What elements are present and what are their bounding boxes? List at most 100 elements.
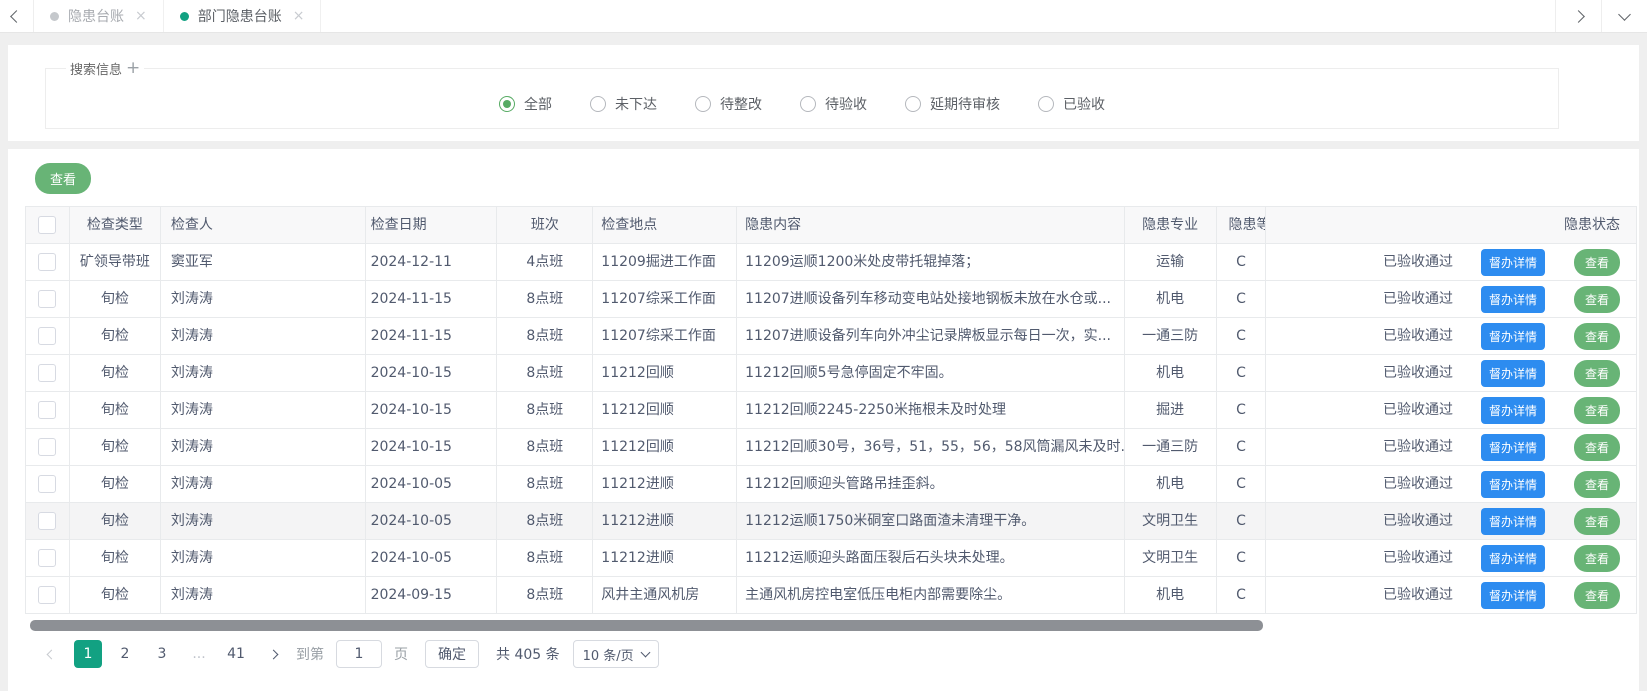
cell-specialty: 一通三防	[1125, 318, 1217, 354]
tab-close-icon[interactable]: ×	[135, 8, 147, 24]
total-count: 共 405 条	[496, 644, 560, 664]
search-legend: 搜索信息 +	[66, 59, 144, 78]
radio-not-issued[interactable]: 未下达	[590, 94, 657, 114]
page-size-select[interactable]: 10 条/页	[573, 640, 659, 668]
page-button-2[interactable]: 2	[111, 640, 139, 668]
page-button-1[interactable]: 1	[74, 640, 102, 668]
row-checkbox[interactable]	[38, 438, 56, 456]
cell-check-type: 旬检	[70, 577, 161, 613]
row-checkbox-cell	[26, 244, 70, 280]
supervise-detail-button[interactable]: 督办详情	[1481, 360, 1545, 387]
page-button-3[interactable]: 3	[148, 640, 176, 668]
page-ellipsis: ...	[185, 640, 213, 668]
tabs-list-dropdown-button[interactable]	[1601, 0, 1647, 32]
cell-status: 已验收通过 督办详情 查看	[1266, 429, 1636, 465]
view-button[interactable]: 查看	[35, 163, 91, 194]
row-view-button[interactable]: 查看	[1574, 545, 1620, 572]
row-view-button[interactable]: 查看	[1574, 360, 1620, 387]
radio-icon	[590, 96, 606, 112]
cell-inspector: 刘涛涛	[161, 392, 366, 428]
row-checkbox[interactable]	[38, 475, 56, 493]
cell-check-date: 2024-09-15	[366, 577, 498, 613]
horizontal-scrollbar-thumb[interactable]	[30, 620, 1263, 631]
radio-overdue-pending-review[interactable]: 延期待审核	[905, 94, 1000, 114]
row-checkbox-cell	[26, 392, 70, 428]
cell-danger-content: 11207进顺设备列车向外冲尘记录牌板显示每日一次，实...	[737, 318, 1125, 354]
table-row: 旬检 刘涛涛 2024-11-15 8点班 11207综采工作面 11207进顺…	[26, 281, 1636, 318]
tab-hidden-danger-ledger[interactable]: 隐患台账 ×	[34, 0, 164, 32]
cell-danger-level: C	[1217, 429, 1267, 465]
cell-inspector: 刘涛涛	[161, 540, 366, 576]
cell-shift: 8点班	[497, 281, 593, 317]
cell-danger-content: 11209运顺1200米处皮带托辊掉落；	[737, 244, 1125, 280]
row-view-button[interactable]: 查看	[1574, 508, 1620, 535]
row-view-button[interactable]: 查看	[1574, 582, 1620, 609]
row-checkbox-cell	[26, 355, 70, 391]
row-checkbox-cell	[26, 577, 70, 613]
tabs-scroll-right-button[interactable]	[1555, 0, 1601, 32]
row-checkbox[interactable]	[38, 364, 56, 382]
cell-inspector: 刘涛涛	[161, 318, 366, 354]
chevron-right-icon	[268, 649, 278, 659]
header-shift: 班次	[497, 207, 593, 243]
row-view-button[interactable]: 查看	[1574, 323, 1620, 350]
radio-all[interactable]: 全部	[499, 94, 552, 114]
row-view-button[interactable]: 查看	[1574, 397, 1620, 424]
status-text: 已验收通过	[1383, 281, 1453, 317]
confirm-button[interactable]: 确定	[425, 640, 479, 668]
supervise-detail-button[interactable]: 督办详情	[1481, 582, 1545, 609]
cell-status: 已验收通过 督办详情 查看	[1266, 244, 1636, 280]
tab-department-hidden-danger-ledger[interactable]: 部门隐患台账 ×	[164, 0, 322, 32]
table-row: 旬检 刘涛涛 2024-10-05 8点班 11212进顺 11212回顺迎头管…	[26, 466, 1636, 503]
goto-page-input[interactable]	[336, 640, 382, 668]
cell-specialty: 机电	[1125, 355, 1217, 391]
row-checkbox[interactable]	[38, 512, 56, 530]
supervise-detail-button[interactable]: 督办详情	[1481, 545, 1545, 572]
supervise-detail-button[interactable]: 督办详情	[1481, 286, 1545, 313]
cell-danger-content: 11212回顺30号，36号，51，55，56，58风筒漏风未及时...	[737, 429, 1125, 465]
row-checkbox-cell	[26, 281, 70, 317]
row-view-button[interactable]: 查看	[1574, 471, 1620, 498]
search-fieldset: 搜索信息 + 全部 未下达 待整改 待验收 延期待审核	[45, 59, 1559, 129]
radio-accepted[interactable]: 已验收	[1038, 94, 1105, 114]
table-row: 矿领导带班 窦亚军 2024-12-11 4点班 11209掘进工作面 1120…	[26, 244, 1636, 281]
radio-pending-acceptance[interactable]: 待验收	[800, 94, 867, 114]
select-all-checkbox[interactable]	[38, 216, 56, 234]
cell-danger-level: C	[1217, 355, 1267, 391]
row-view-button[interactable]: 查看	[1574, 249, 1620, 276]
cell-shift: 8点班	[497, 466, 593, 502]
row-checkbox[interactable]	[38, 290, 56, 308]
cell-status: 已验收通过 督办详情 查看	[1266, 466, 1636, 502]
radio-icon	[800, 96, 816, 112]
supervise-detail-button[interactable]: 督办详情	[1481, 508, 1545, 535]
cell-danger-level: C	[1217, 318, 1267, 354]
row-checkbox[interactable]	[38, 586, 56, 604]
row-checkbox[interactable]	[38, 253, 56, 271]
supervise-detail-button[interactable]: 督办详情	[1481, 471, 1545, 498]
cell-danger-level: C	[1217, 244, 1267, 280]
row-checkbox-cell	[26, 429, 70, 465]
row-view-button[interactable]: 查看	[1574, 286, 1620, 313]
prev-page-button[interactable]	[37, 640, 65, 668]
cell-check-type: 旬检	[70, 355, 161, 391]
status-filter-group: 全部 未下达 待整改 待验收 延期待审核 已验收	[58, 94, 1546, 114]
page-button-41[interactable]: 41	[222, 640, 250, 668]
supervise-detail-button[interactable]: 督办详情	[1481, 323, 1545, 350]
tab-close-icon[interactable]: ×	[293, 8, 305, 24]
page-size-value: 10 条/页	[583, 645, 634, 664]
cell-location: 11212回顺	[593, 392, 737, 428]
tab-status-dot	[180, 12, 189, 21]
next-page-button[interactable]	[259, 640, 287, 668]
radio-pending-rectification[interactable]: 待整改	[695, 94, 762, 114]
row-checkbox[interactable]	[38, 327, 56, 345]
cell-status: 已验收通过 督办详情 查看	[1266, 355, 1636, 391]
supervise-detail-button[interactable]: 督办详情	[1481, 434, 1545, 461]
cell-specialty: 文明卫生	[1125, 503, 1217, 539]
row-view-button[interactable]: 查看	[1574, 434, 1620, 461]
supervise-detail-button[interactable]: 督办详情	[1481, 249, 1545, 276]
row-checkbox[interactable]	[38, 549, 56, 567]
expand-plus-icon[interactable]: +	[126, 62, 140, 75]
supervise-detail-button[interactable]: 督办详情	[1481, 397, 1545, 424]
tabs-scroll-left-button[interactable]	[0, 0, 34, 32]
row-checkbox[interactable]	[38, 401, 56, 419]
